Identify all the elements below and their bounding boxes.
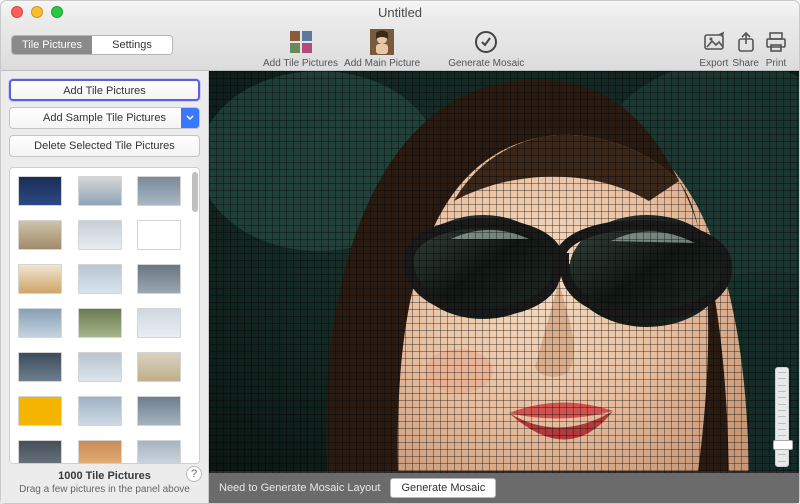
status-bar: Need to Generate Mosaic Layout Generate … <box>209 473 799 503</box>
delete-selected-tile-pictures-button[interactable]: Delete Selected Tile Pictures <box>9 135 200 157</box>
add-tile-pictures-button[interactable]: Add Tile Pictures <box>9 79 200 101</box>
toolbar-label: Export <box>699 58 728 69</box>
tile-thumbnail[interactable] <box>137 440 181 463</box>
tab-tile-pictures[interactable]: Tile Pictures <box>12 36 92 54</box>
tab-settings[interactable]: Settings <box>92 36 172 54</box>
zoom-slider[interactable] <box>775 367 789 467</box>
tile-thumbnail[interactable] <box>18 440 62 463</box>
tile-thumbnail[interactable] <box>78 176 122 206</box>
tile-thumbnail[interactable] <box>18 396 62 426</box>
tile-grid-icon[interactable] <box>288 29 314 55</box>
tile-thumbnail[interactable] <box>78 352 122 382</box>
button-label: Add Sample Tile Pictures <box>43 112 166 124</box>
tile-thumbnails-well <box>9 167 200 464</box>
generate-icon[interactable] <box>473 29 499 55</box>
tile-thumbnail[interactable] <box>18 352 62 382</box>
sidebar: Add Tile Pictures Add Sample Tile Pictur… <box>1 71 209 503</box>
chevron-down-icon[interactable] <box>181 108 199 128</box>
print-icon[interactable] <box>763 29 789 55</box>
tile-thumbnail[interactable] <box>18 264 62 294</box>
scrollbar-track[interactable] <box>192 172 198 459</box>
sidebar-footer: ? 1000 Tile Pictures Drag a few pictures… <box>9 464 200 495</box>
tile-thumbnail[interactable] <box>137 352 181 382</box>
toolbar-group-print: Print <box>763 27 789 69</box>
portrait-icon[interactable] <box>369 29 395 55</box>
toolbar: Tile Pictures Settings Add Tile Pictures… <box>1 23 799 71</box>
main-picture <box>209 71 799 471</box>
share-icon[interactable] <box>733 29 759 55</box>
tile-thumbnail[interactable] <box>18 220 62 250</box>
scrollbar-thumb[interactable] <box>192 172 198 212</box>
tile-thumbnail[interactable] <box>18 176 62 206</box>
toolbar-group-generate: Generate Mosaic <box>448 27 524 69</box>
window-title: Untitled <box>1 5 799 20</box>
mosaic-canvas[interactable] <box>209 71 799 473</box>
generate-mosaic-button[interactable]: Generate Mosaic <box>390 478 496 498</box>
toolbar-group-add-main: Add Main Picture <box>344 27 420 69</box>
tile-thumbnail[interactable] <box>78 308 122 338</box>
tile-thumbnail[interactable] <box>78 264 122 294</box>
export-icon[interactable] <box>701 29 727 55</box>
toolbar-label: Add Main Picture <box>344 58 420 69</box>
tile-thumbnail[interactable] <box>18 308 62 338</box>
titlebar: Untitled <box>1 1 799 23</box>
content-area: Add Tile Pictures Add Sample Tile Pictur… <box>1 71 799 503</box>
tile-thumbnail[interactable] <box>137 396 181 426</box>
tile-thumbnail[interactable] <box>137 264 181 294</box>
sidebar-hint: Drag a few pictures in the panel above <box>9 484 200 495</box>
tile-count-label: 1000 Tile Pictures <box>9 470 200 482</box>
toolbar-group-add-tile: Add Tile Pictures <box>263 27 338 69</box>
view-segmented-control: Tile Pictures Settings <box>11 35 173 55</box>
status-message: Need to Generate Mosaic Layout <box>219 482 380 494</box>
help-icon[interactable]: ? <box>186 466 202 482</box>
tile-thumbnail[interactable] <box>137 176 181 206</box>
tile-thumbnail[interactable] <box>137 308 181 338</box>
add-sample-tile-pictures-button[interactable]: Add Sample Tile Pictures <box>9 107 200 129</box>
toolbar-group-share: Share <box>732 27 759 69</box>
toolbar-label: Share <box>732 58 759 69</box>
toolbar-label: Print <box>766 58 787 69</box>
tile-thumbnail[interactable] <box>78 440 122 463</box>
toolbar-label: Add Tile Pictures <box>263 58 338 69</box>
main-canvas-area: Need to Generate Mosaic Layout Generate … <box>209 71 799 503</box>
tile-thumbnail[interactable] <box>78 220 122 250</box>
toolbar-group-export: Export <box>699 27 728 69</box>
tile-thumbnails-grid[interactable] <box>10 168 191 463</box>
app-window: Untitled Tile Pictures Settings Add Tile… <box>0 0 800 504</box>
tile-thumbnail[interactable] <box>137 220 181 250</box>
toolbar-label: Generate Mosaic <box>448 58 524 69</box>
tile-thumbnail[interactable] <box>78 396 122 426</box>
zoom-knob[interactable] <box>773 440 793 450</box>
